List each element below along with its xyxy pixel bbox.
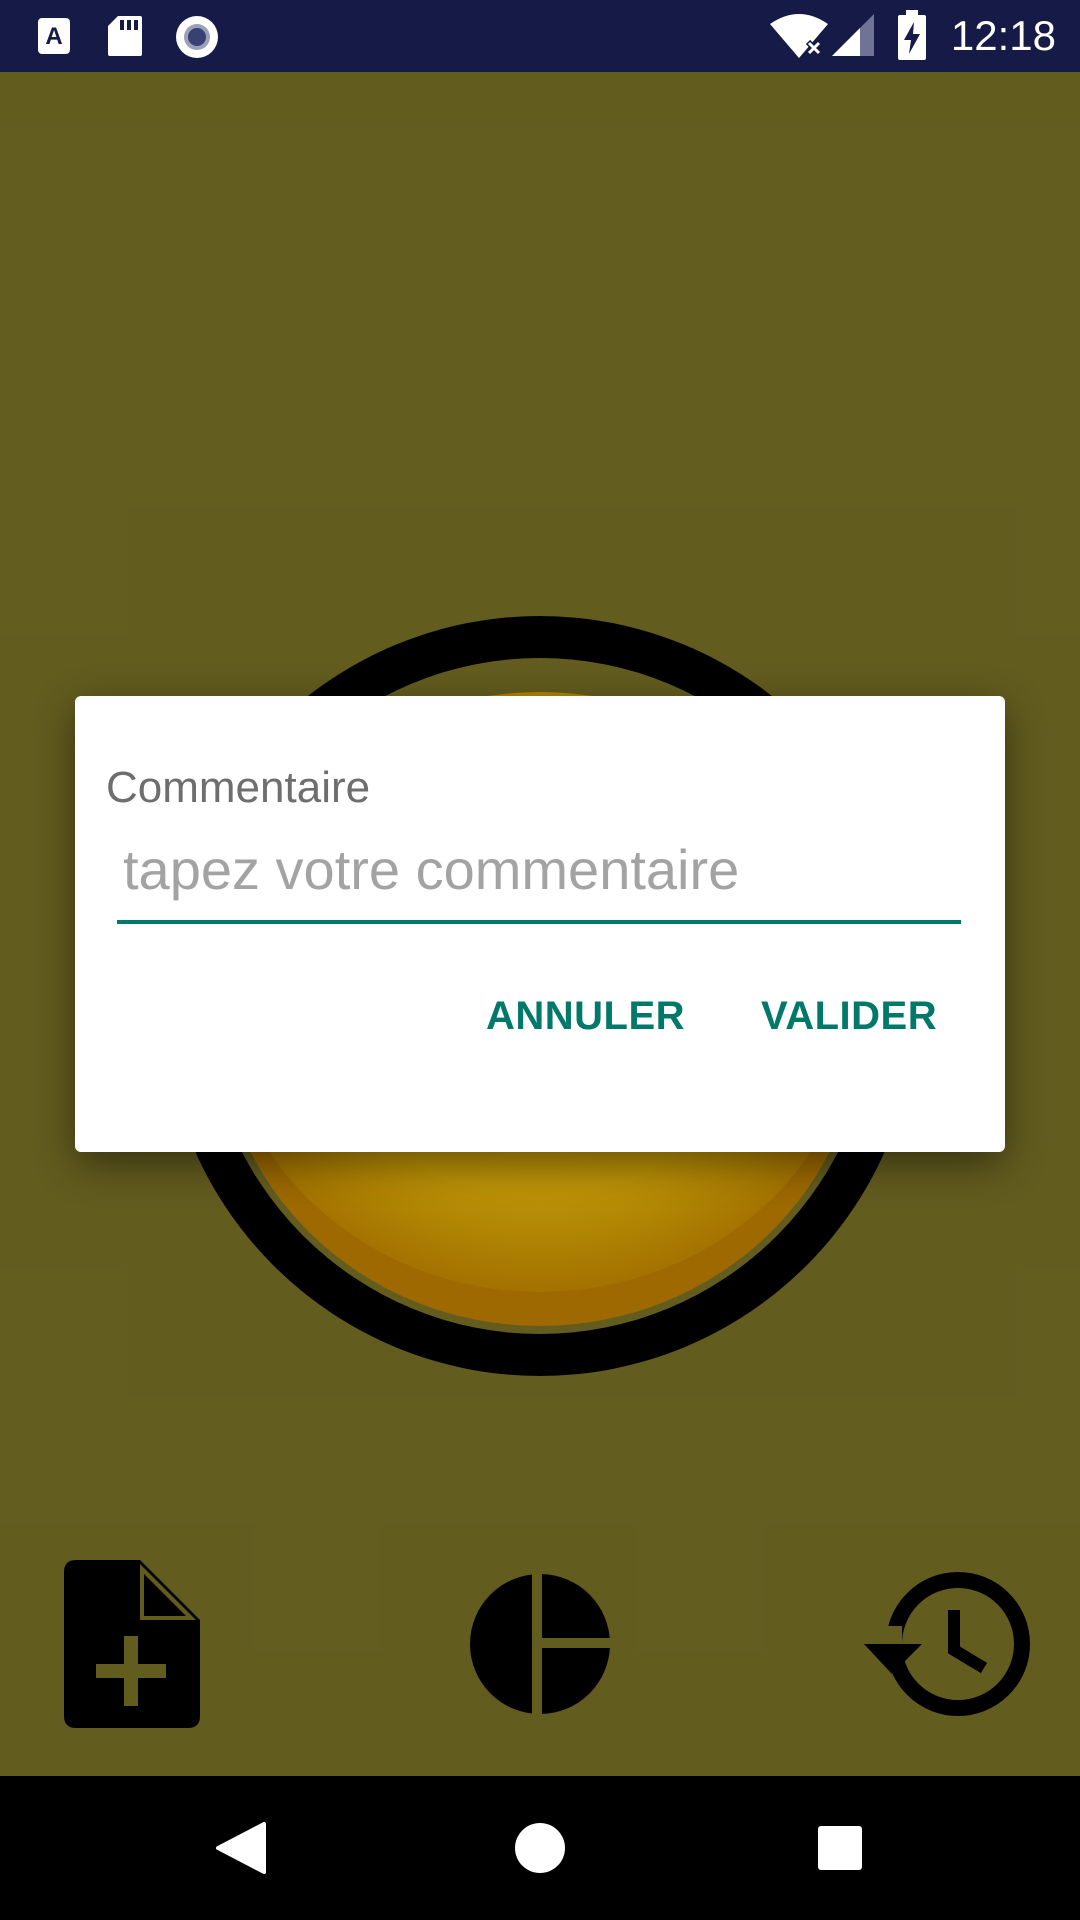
dialog-title: Commentaire [106, 763, 371, 812]
comment-input[interactable] [117, 834, 961, 904]
cell-signal-icon [832, 14, 874, 56]
cancel-button[interactable]: ANNULER [486, 992, 685, 1040]
battery-charging-icon [898, 10, 926, 60]
back-icon[interactable] [212, 1820, 268, 1876]
recents-icon[interactable] [818, 1826, 862, 1870]
input-underline [117, 920, 961, 924]
validate-button[interactable]: VALIDER [761, 992, 937, 1040]
navigation-bar [0, 1776, 1080, 1920]
sd-card-icon [108, 16, 142, 56]
record-icon [176, 16, 218, 58]
comment-dialog: Commentaire ANNULER VALIDER [75, 696, 1005, 1152]
svg-text:A: A [45, 23, 62, 50]
wifi-no-internet-icon [770, 14, 828, 58]
home-icon[interactable] [514, 1822, 566, 1874]
status-bar: A 12:18 [0, 0, 1080, 72]
status-time: 12:18 [950, 12, 1056, 59]
a-notification-icon: A [38, 18, 70, 54]
screen: A 12:18 Commentaire tapez votre commenta… [0, 0, 1080, 1920]
